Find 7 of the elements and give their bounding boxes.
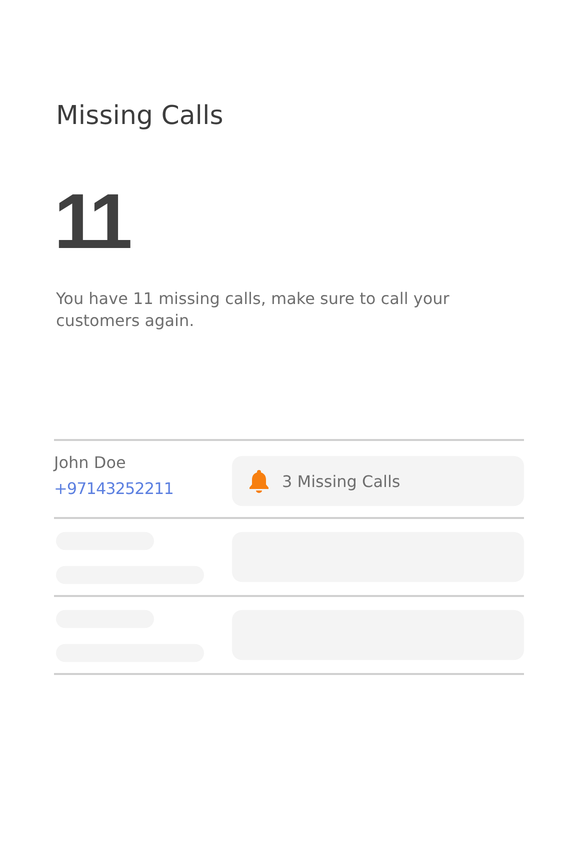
description: You have 11 missing calls, make sure to call your customers again. [56,288,450,332]
page-title: Missing Calls [56,100,224,133]
contact-name: John Doe [54,453,127,473]
missing-calls-label: 3 Missing Calls [282,472,400,490]
bell-icon [248,469,270,493]
phone-link[interactable]: +97143252211 [54,479,232,499]
missed-call-count: 11 [54,176,130,266]
